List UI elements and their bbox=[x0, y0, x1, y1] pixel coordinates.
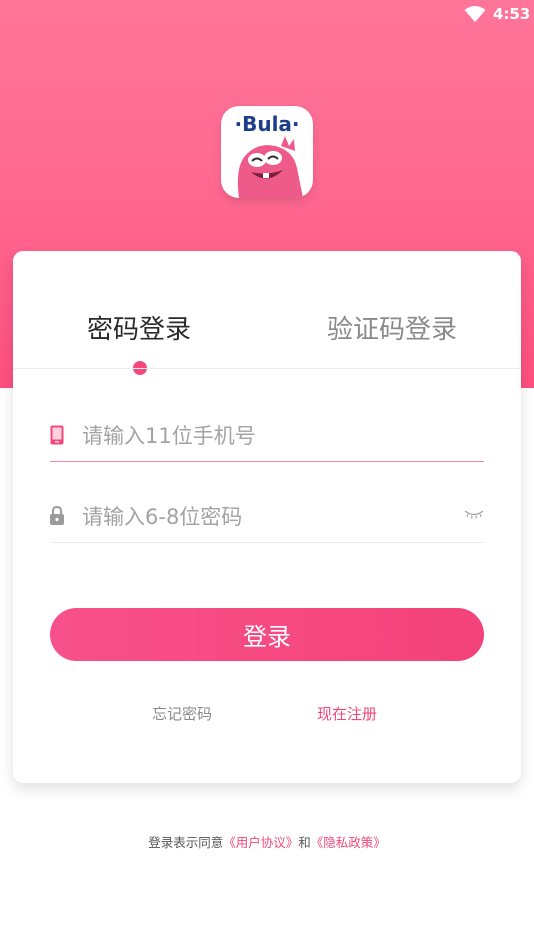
register-link[interactable]: 现在注册 bbox=[317, 703, 377, 724]
app-logo: ·Bula· bbox=[221, 106, 313, 198]
tab-divider bbox=[13, 368, 521, 369]
agreement-text: 登录表示同意《用户协议》和《隐私政策》 bbox=[0, 832, 534, 851]
phone-icon bbox=[50, 425, 64, 445]
phone-field bbox=[50, 411, 484, 462]
agreement-prefix: 登录表示同意 bbox=[148, 835, 224, 850]
eye-closed-icon[interactable] bbox=[464, 509, 484, 519]
tab-code-login[interactable]: 验证码登录 bbox=[327, 309, 457, 346]
phone-input[interactable] bbox=[80, 417, 454, 455]
privacy-policy-link[interactable]: 《隐私政策》 bbox=[311, 835, 386, 850]
user-agreement-link[interactable]: 《用户协议》 bbox=[223, 835, 298, 850]
logo-text: ·Bula· bbox=[234, 112, 300, 136]
login-button[interactable]: 登录 bbox=[50, 608, 484, 661]
password-input[interactable] bbox=[80, 498, 454, 536]
password-field bbox=[50, 492, 484, 543]
lock-icon bbox=[50, 506, 64, 525]
forgot-password-link[interactable]: 忘记密码 bbox=[152, 703, 212, 724]
status-bar: 4:53 bbox=[0, 0, 534, 30]
agreement-and: 和 bbox=[298, 835, 311, 850]
status-time: 4:53 bbox=[493, 5, 531, 23]
login-card: 密码登录 验证码登录 登录 忘记密码 现在注册 bbox=[13, 251, 521, 783]
wifi-icon bbox=[464, 6, 486, 22]
tab-password-login[interactable]: 密码登录 bbox=[87, 309, 191, 346]
